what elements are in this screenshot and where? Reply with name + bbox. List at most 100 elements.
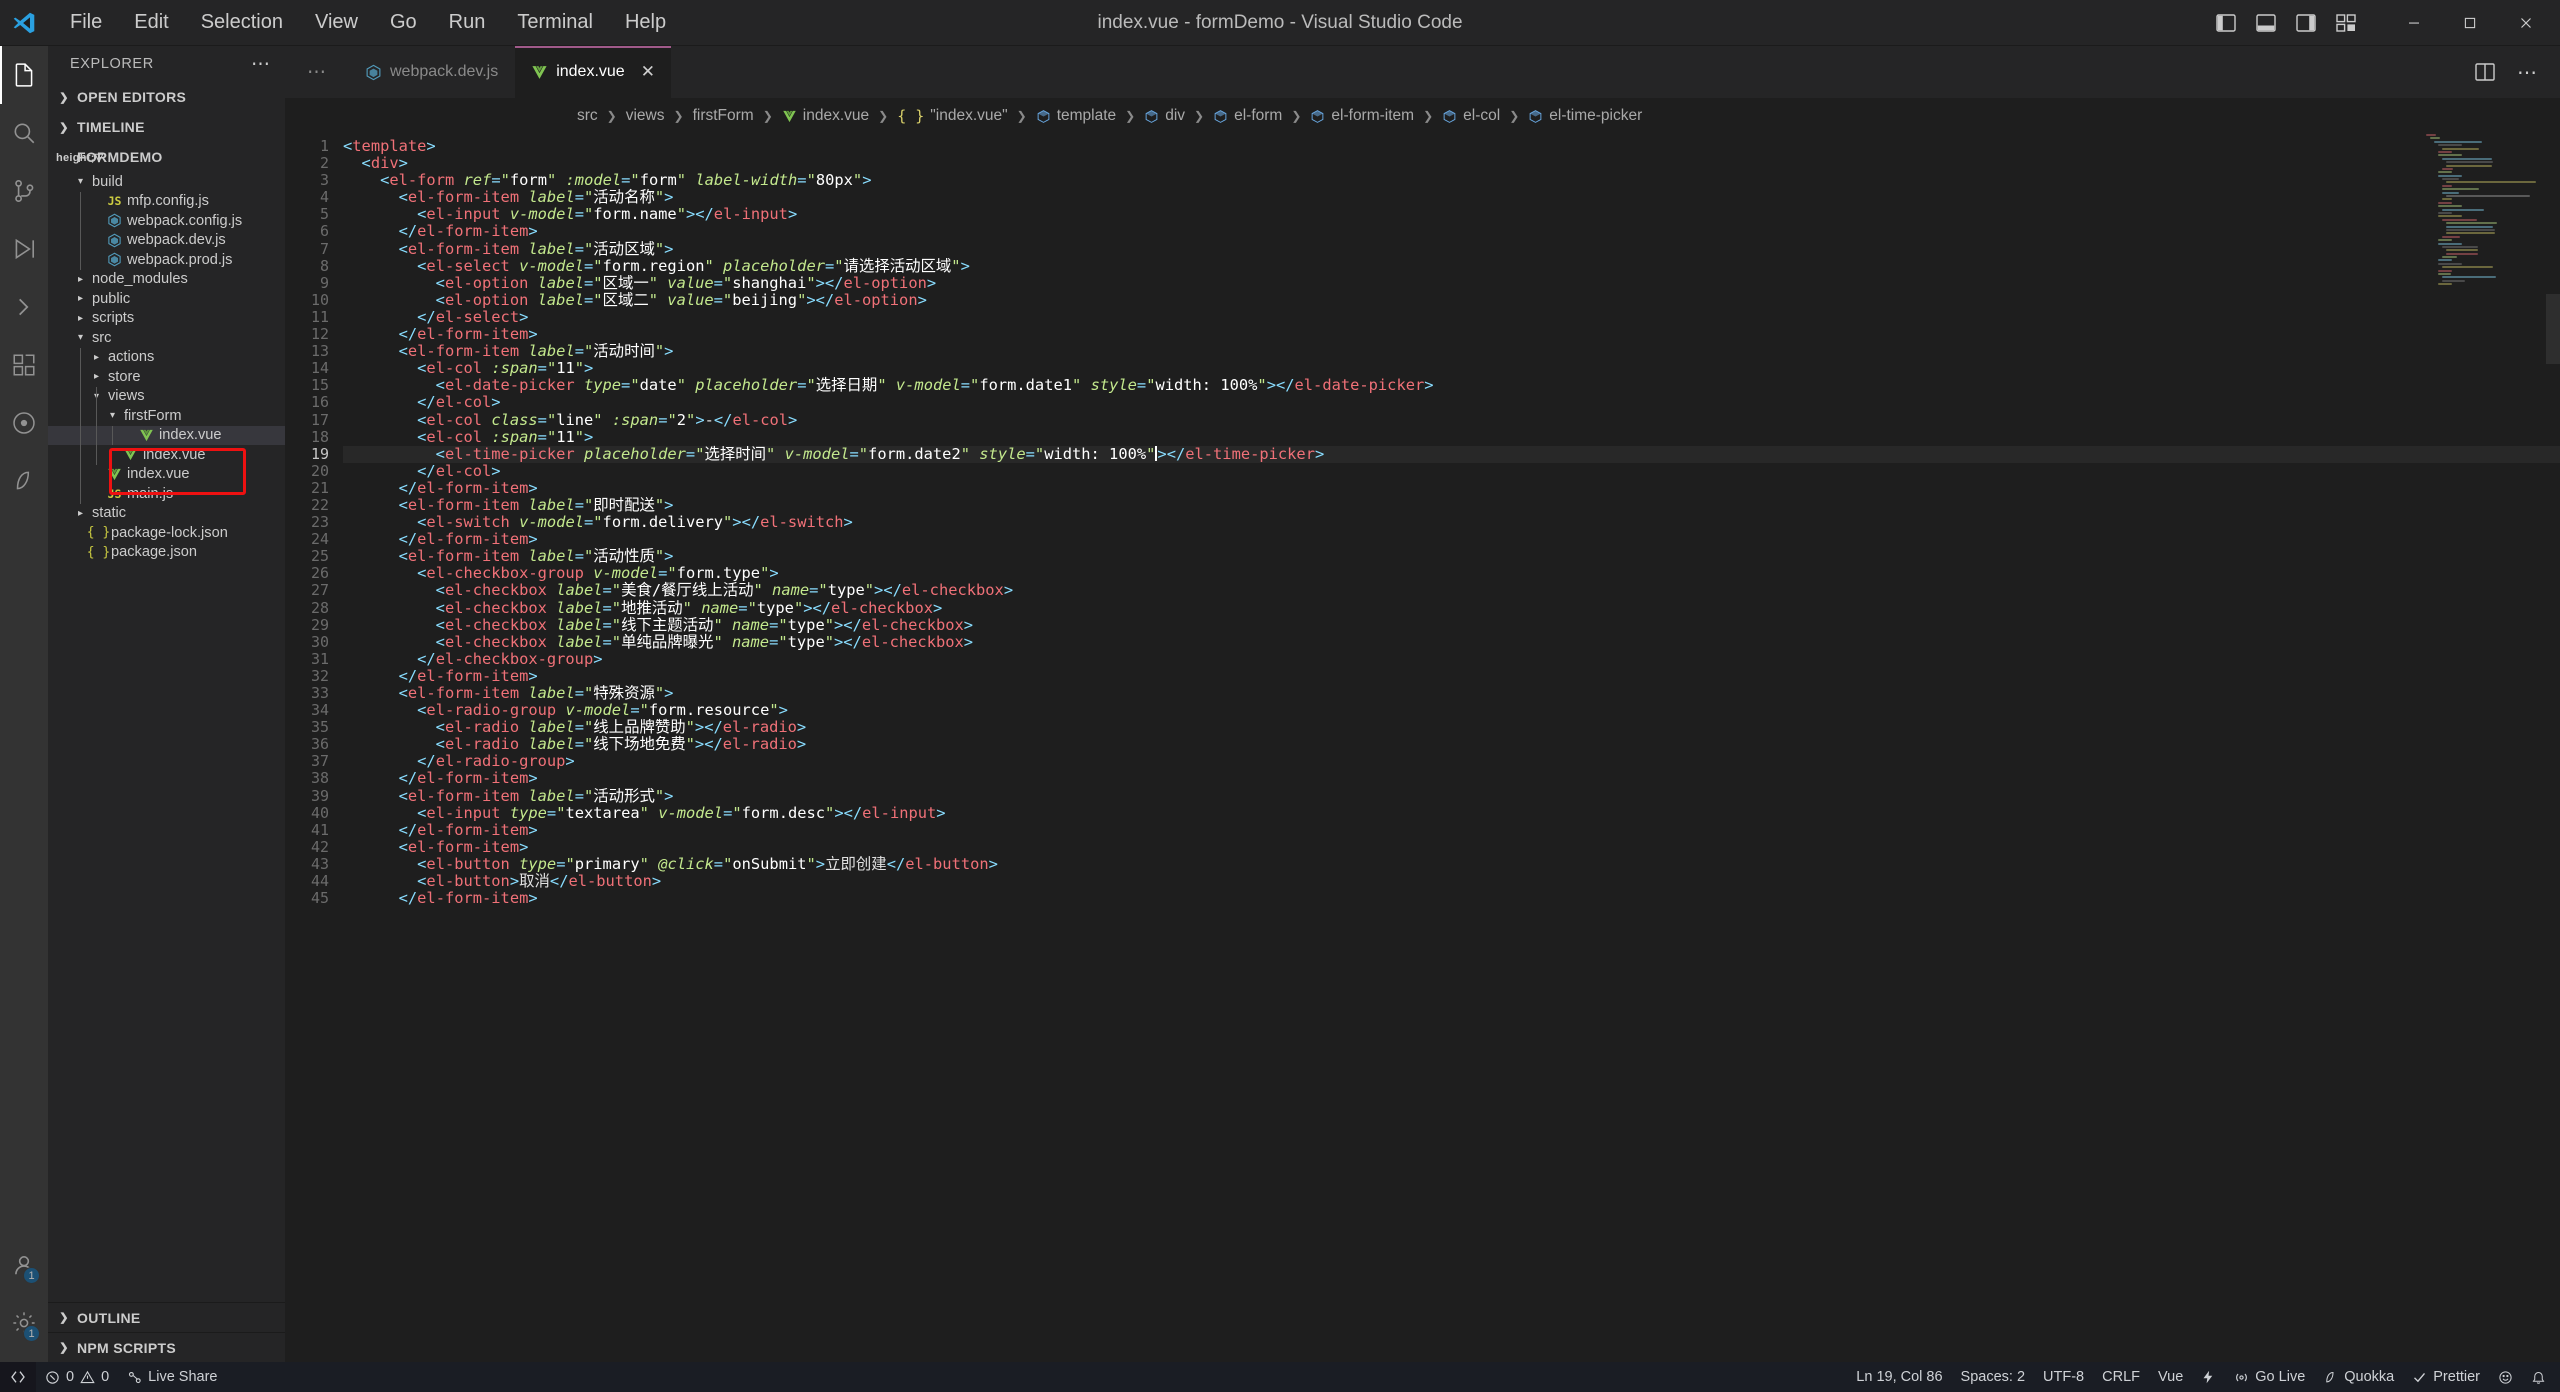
activity-bar[interactable]: 1 1	[0, 46, 48, 1362]
activity-run-and-debug[interactable]	[0, 220, 48, 278]
activity-accounts[interactable]: 1	[0, 1236, 48, 1294]
code-line[interactable]: </el-form-item>	[343, 890, 2560, 907]
activity-source-control[interactable]	[0, 162, 48, 220]
split-editor-icon[interactable]	[2475, 63, 2495, 81]
tree-folder[interactable]: ▸node_modules	[48, 270, 285, 290]
toggle-primary-sidebar-icon[interactable]	[2216, 14, 2236, 32]
breadcrumb-item[interactable]: index.vue	[782, 107, 869, 125]
activity-explorer[interactable]	[0, 46, 48, 104]
tree-file[interactable]: JSmain.js	[48, 484, 285, 504]
more-actions-icon[interactable]: ⋯	[2517, 60, 2538, 85]
activity-manage-settings[interactable]: 1	[0, 1294, 48, 1352]
code-line[interactable]: <el-col :span="11">	[343, 429, 2560, 446]
breadcrumb-item[interactable]: src	[577, 107, 598, 125]
code-line[interactable]: <el-form-item>	[343, 839, 2560, 856]
code-line[interactable]: </el-form-item>	[343, 326, 2560, 343]
menu-bar[interactable]: File Edit Selection View Go Run Terminal…	[54, 7, 682, 38]
toggle-panel-icon[interactable]	[2256, 14, 2276, 32]
status-encoding[interactable]: UTF-8	[2034, 1362, 2093, 1392]
tree-file[interactable]: webpack.dev.js	[48, 231, 285, 251]
menu-file[interactable]: File	[54, 7, 118, 38]
code-line[interactable]: <el-button type="primary" @click="onSubm…	[343, 856, 2560, 873]
code-line[interactable]: </el-col>	[343, 463, 2560, 480]
menu-selection[interactable]: Selection	[185, 7, 299, 38]
code-editor[interactable]: 1234567891011121314151617181920212223242…	[285, 134, 2560, 1362]
editor-actions[interactable]: ⋯	[2453, 46, 2560, 98]
code-line[interactable]: </el-form-item>	[343, 480, 2560, 497]
customize-layout-icon[interactable]	[2336, 14, 2356, 32]
code-line[interactable]: <el-radio label="线下场地免费"></el-radio>	[343, 736, 2560, 753]
code-line[interactable]: <el-col class="line" :span="2">-</el-col…	[343, 412, 2560, 429]
menu-go[interactable]: Go	[374, 7, 433, 38]
section-timeline[interactable]: ❯ TIMELINE	[48, 112, 285, 142]
maximize-button[interactable]	[2442, 0, 2498, 46]
status-quokka[interactable]: Quokka	[2314, 1362, 2403, 1392]
code-line[interactable]: </el-form-item>	[343, 770, 2560, 787]
code-line[interactable]: <el-switch v-model="form.delivery"></el-…	[343, 514, 2560, 531]
section-outline[interactable]: ❯ OUTLINE	[48, 1302, 285, 1332]
scrollbar-thumb[interactable]	[2546, 294, 2560, 364]
tree-file[interactable]: JSmfp.config.js	[48, 192, 285, 212]
activity-quokka[interactable]	[0, 452, 48, 510]
code-line[interactable]: <el-form-item label="活动区域">	[343, 241, 2560, 258]
code-line[interactable]: <el-checkbox label="线下主题活动" name="type">…	[343, 617, 2560, 634]
menu-run[interactable]: Run	[433, 7, 502, 38]
breadcrumb-item[interactable]: el-col	[1442, 107, 1500, 125]
tab-index-vue[interactable]: index.vue ✕	[515, 46, 672, 98]
breadcrumb-item[interactable]: el-form	[1213, 107, 1282, 125]
menu-edit[interactable]: Edit	[118, 7, 184, 38]
status-feedback[interactable]	[2489, 1362, 2522, 1392]
editor-scrollbar[interactable]	[2546, 134, 2560, 1362]
minimap[interactable]	[2426, 134, 2546, 304]
code-line[interactable]: </el-form-item>	[343, 822, 2560, 839]
tree-file[interactable]: index.vue	[48, 426, 285, 446]
tree-folder[interactable]: ▸public	[48, 289, 285, 309]
toggle-secondary-sidebar-icon[interactable]	[2296, 14, 2316, 32]
code-line[interactable]: </el-checkbox-group>	[343, 651, 2560, 668]
menu-view[interactable]: View	[299, 7, 374, 38]
code-line[interactable]: <el-radio-group v-model="form.resource">	[343, 702, 2560, 719]
status-live-share[interactable]: Live Share	[118, 1362, 226, 1392]
tree-folder[interactable]: ▸static	[48, 504, 285, 524]
breadcrumb-item[interactable]: { }"index.vue"	[897, 107, 1007, 126]
code-line[interactable]: <el-input type="textarea" v-model="form.…	[343, 805, 2560, 822]
code-line[interactable]: <el-date-picker type="date" placeholder=…	[343, 377, 2560, 394]
status-bar[interactable]: 0 0 Live Share Ln 19, Col 86 Spaces: 2 U…	[0, 1362, 2560, 1392]
editor-tab-bar[interactable]: ⋯ webpack.dev.js index.vue ✕	[285, 46, 2560, 98]
close-icon[interactable]: ✕	[641, 62, 655, 82]
code-line[interactable]: <el-form-item label="活动时间">	[343, 343, 2560, 360]
tree-folder[interactable]: ▾build	[48, 172, 285, 192]
tree-folder[interactable]: ▸actions	[48, 348, 285, 368]
code-line[interactable]: <el-input v-model="form.name"></el-input…	[343, 206, 2560, 223]
activity-testing[interactable]	[0, 394, 48, 452]
section-formdemo[interactable]: height;▽ FORMDEMO	[48, 142, 285, 172]
code-line[interactable]: <el-checkbox label="地推活动" name="type"></…	[343, 600, 2560, 617]
breadcrumb[interactable]: src❯views❯firstForm❯index.vue❯{ }"index.…	[285, 98, 2560, 134]
sidebar-more-actions-icon[interactable]: ⋯	[245, 53, 277, 76]
tree-folder[interactable]: ▸scripts	[48, 309, 285, 329]
file-tree[interactable]: ▾buildJSmfp.config.jswebpack.config.jswe…	[48, 172, 285, 1302]
breadcrumb-item[interactable]: el-form-item	[1310, 107, 1414, 125]
status-indentation[interactable]: Spaces: 2	[1952, 1362, 2035, 1392]
tree-file[interactable]: webpack.prod.js	[48, 250, 285, 270]
code-line[interactable]: <el-select v-model="form.region" placeho…	[343, 258, 2560, 275]
code-line[interactable]: <el-checkbox label="美食/餐厅线上活动" name="typ…	[343, 582, 2560, 599]
status-problems[interactable]: 0 0	[36, 1362, 118, 1392]
code-line[interactable]: </el-radio-group>	[343, 753, 2560, 770]
code-line[interactable]: <el-form-item label="活动名称">	[343, 189, 2560, 206]
code-line[interactable]: <el-option label="区域一" value="shanghai">…	[343, 275, 2560, 292]
code-line[interactable]: <el-form-item label="活动形式">	[343, 788, 2560, 805]
tree-folder[interactable]: ▸store	[48, 367, 285, 387]
code-line[interactable]: <el-form-item label="即时配送">	[343, 497, 2560, 514]
code-line[interactable]: <el-option label="区域二" value="beijing"><…	[343, 292, 2560, 309]
code-content[interactable]: <template> <div> <el-form ref="form" :mo…	[343, 134, 2560, 1362]
tree-folder[interactable]: ▾src	[48, 328, 285, 348]
code-line[interactable]: </el-col>	[343, 394, 2560, 411]
tree-file[interactable]: webpack.config.js	[48, 211, 285, 231]
code-line[interactable]: </el-form-item>	[343, 531, 2560, 548]
breadcrumb-item[interactable]: template	[1036, 107, 1116, 125]
code-line[interactable]: <el-checkbox label="单纯品牌曝光" name="type">…	[343, 634, 2560, 651]
menu-terminal[interactable]: Terminal	[501, 7, 609, 38]
code-line[interactable]: <el-radio label="线上品牌赞助"></el-radio>	[343, 719, 2560, 736]
tree-file[interactable]: index.vue	[48, 445, 285, 465]
